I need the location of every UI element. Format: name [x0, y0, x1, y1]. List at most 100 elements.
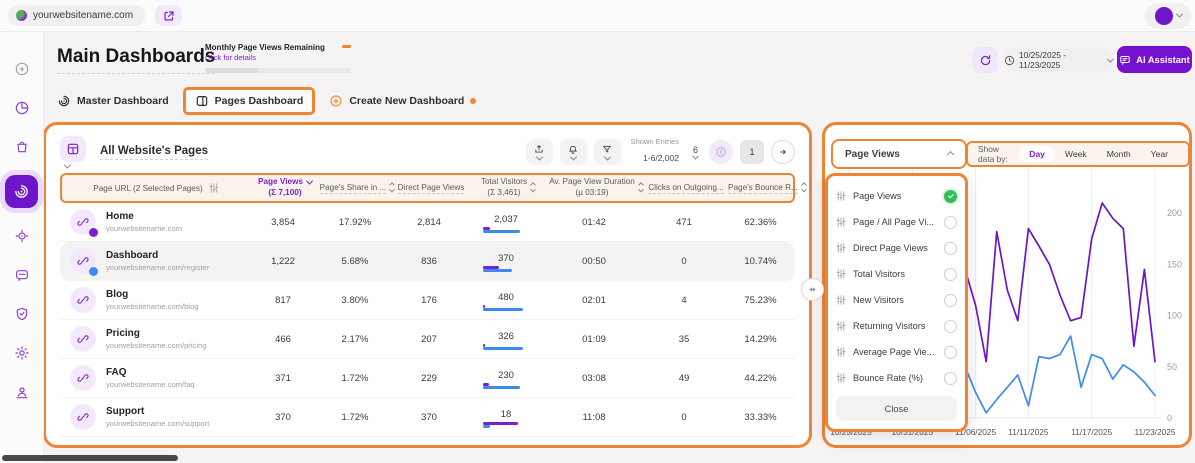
direct-views-value: 229 — [392, 373, 466, 384]
user-menu[interactable] — [1145, 3, 1191, 29]
dashboard-tabs: Master Dashboard Pages Dashboard Create … — [57, 86, 476, 116]
alert-button[interactable] — [560, 139, 587, 165]
visitors-split-bar — [483, 422, 529, 425]
chevron-down-icon[interactable] — [63, 161, 70, 168]
radio-icon[interactable] — [944, 242, 957, 255]
tab-create-new-dashboard[interactable]: Create New Dashboard — [329, 94, 476, 108]
metric-option-label: Page Views — [853, 191, 901, 201]
close-button[interactable]: Close — [836, 396, 957, 421]
metric-option[interactable]: Direct Page Views — [836, 235, 957, 261]
arrow-left-icon — [715, 146, 727, 158]
sidebar-item-dashboards[interactable] — [5, 175, 38, 208]
column-direct-page-views[interactable]: Direct Page Views — [394, 183, 468, 194]
sidebar — [0, 32, 44, 463]
sidebar-item-settings[interactable] — [7, 338, 37, 368]
refresh-button[interactable] — [972, 47, 998, 73]
duration-value: 02:01 — [546, 295, 642, 306]
radio-icon[interactable] — [944, 372, 957, 385]
range-option-day[interactable]: Day — [1019, 146, 1055, 162]
date-range-picker[interactable]: 10/25/2025 - 11/23/2025 — [1004, 47, 1113, 73]
share-value: 1.72% — [318, 412, 392, 423]
page-views-value: 817 — [248, 295, 318, 306]
horizontal-scrollbar-thumb[interactable] — [2, 455, 178, 461]
chart-panel: 050100150200250010/25/202510/31/202511/0… — [822, 122, 1192, 448]
tab-master-dashboard[interactable]: Master Dashboard — [57, 94, 169, 108]
slider-icon — [836, 321, 846, 331]
table-row[interactable]: Homeyourwebsitename.com3,85417.92%2,8142… — [60, 203, 795, 242]
column-bounce-rate[interactable]: Page's Bounce R... — [728, 183, 806, 194]
metric-option[interactable]: Page / All Page Vi... — [836, 209, 957, 235]
total-visitors-value: 326 — [466, 331, 546, 347]
duration-value: 00:50 — [546, 256, 642, 267]
radio-icon[interactable] — [944, 346, 957, 359]
column-outgoing-clicks[interactable]: Clicks on Outgoing... — [644, 183, 728, 194]
open-site-button[interactable] — [155, 5, 182, 26]
metric-option[interactable]: Page Views — [836, 183, 957, 209]
radio-icon[interactable] — [944, 216, 957, 229]
table-row[interactable]: Supportyourwebsitename.com/support3701.7… — [60, 398, 795, 437]
sidebar-item-location[interactable] — [7, 377, 37, 407]
range-option-month[interactable]: Month — [1097, 146, 1141, 162]
panel-resize-handle[interactable] — [801, 278, 824, 301]
sidebar-item-goals[interactable] — [7, 221, 37, 251]
range-option-week[interactable]: Week — [1055, 146, 1097, 162]
pagination-prev-button[interactable] — [709, 140, 733, 164]
quota-widget[interactable]: Monthly Page Views Remaining Click for d… — [205, 43, 351, 73]
filter-button[interactable] — [594, 139, 621, 165]
column-page-share[interactable]: Page's Share in ... — [320, 183, 394, 194]
radio-icon[interactable] — [944, 320, 957, 333]
avatar — [1155, 7, 1173, 25]
metric-option[interactable]: Total Visitors — [836, 261, 957, 287]
radio-selected-icon[interactable] — [944, 190, 957, 203]
site-url-field[interactable]: yourwebsitename.com — [8, 5, 145, 26]
sidebar-item-add[interactable] — [7, 54, 37, 84]
column-page-views[interactable]: Page Views(Σ 7,100) — [250, 177, 320, 198]
column-page-url[interactable]: Page URL (2 Selected Pages) — [62, 183, 250, 193]
radio-icon[interactable] — [944, 294, 957, 307]
add-circle-icon — [14, 61, 30, 77]
refresh-icon — [979, 54, 992, 67]
pagination-current-page[interactable]: 1 — [740, 140, 764, 164]
page-title: Main Dashboards — [57, 46, 215, 74]
column-avg-duration[interactable]: Av. Page View Duration(µ 03:19) — [548, 177, 644, 198]
tab-pages-dashboard[interactable]: Pages Dashboard — [183, 87, 316, 115]
total-visitors-value: 480 — [466, 292, 546, 308]
table-widget-button[interactable] — [60, 136, 86, 162]
user-pin-icon — [14, 384, 30, 400]
metric-option[interactable]: Returning Visitors — [836, 313, 957, 339]
radio-icon[interactable] — [944, 268, 957, 281]
table-body: Homeyourwebsitename.com3,85417.92%2,8142… — [60, 203, 795, 437]
sidebar-item-security[interactable] — [7, 299, 37, 329]
ai-assistant-button[interactable]: AI Assistant — [1117, 46, 1192, 73]
metric-option[interactable]: Bounce Rate (%) — [836, 365, 957, 391]
export-button[interactable] — [526, 139, 553, 165]
table-row[interactable]: Blogyourwebsitename.com/blog8173.80%1764… — [60, 281, 795, 320]
slider-icon — [836, 217, 846, 227]
table-row[interactable]: FAQyourwebsitename.com/faq3711.72%229230… — [60, 359, 795, 398]
slider-icon — [836, 373, 846, 383]
link-icon — [70, 209, 96, 235]
sidebar-item-messages[interactable] — [7, 260, 37, 290]
column-total-visitors[interactable]: Total Visitors(Σ 3,461) — [468, 177, 548, 198]
bounce-value: 14.29% — [726, 334, 795, 345]
metric-option[interactable]: New Visitors — [836, 287, 957, 313]
metric-option[interactable]: Average Page Vie... — [836, 339, 957, 365]
range-option-year[interactable]: Year — [1141, 146, 1178, 162]
bounce-value: 10.74% — [726, 256, 795, 267]
quota-details-link[interactable]: Click for details — [205, 53, 351, 62]
page-url: yourwebsitename.com/support — [106, 419, 209, 429]
pagination-next-button[interactable] — [771, 140, 795, 164]
link-icon — [70, 365, 96, 391]
metric-select[interactable]: Page Views — [831, 139, 967, 169]
table-row[interactable]: Pricingyourwebsitename.com/pricing4662.1… — [60, 320, 795, 359]
page-url: yourwebsitename.com/register — [106, 263, 209, 273]
sidebar-item-orders[interactable] — [7, 132, 37, 162]
date-range-text: 10/25/2025 - 11/23/2025 — [1019, 50, 1104, 70]
sidebar-item-analytics[interactable] — [7, 93, 37, 123]
site-favicon-icon — [16, 10, 27, 21]
ai-assistant-label: AI Assistant — [1136, 55, 1189, 65]
direct-views-value: 836 — [392, 256, 466, 267]
page-size-select[interactable]: 6 — [693, 145, 698, 160]
svg-text:50: 50 — [1167, 362, 1177, 372]
table-row[interactable]: Dashboardyourwebsitename.com/register1,2… — [60, 242, 795, 281]
